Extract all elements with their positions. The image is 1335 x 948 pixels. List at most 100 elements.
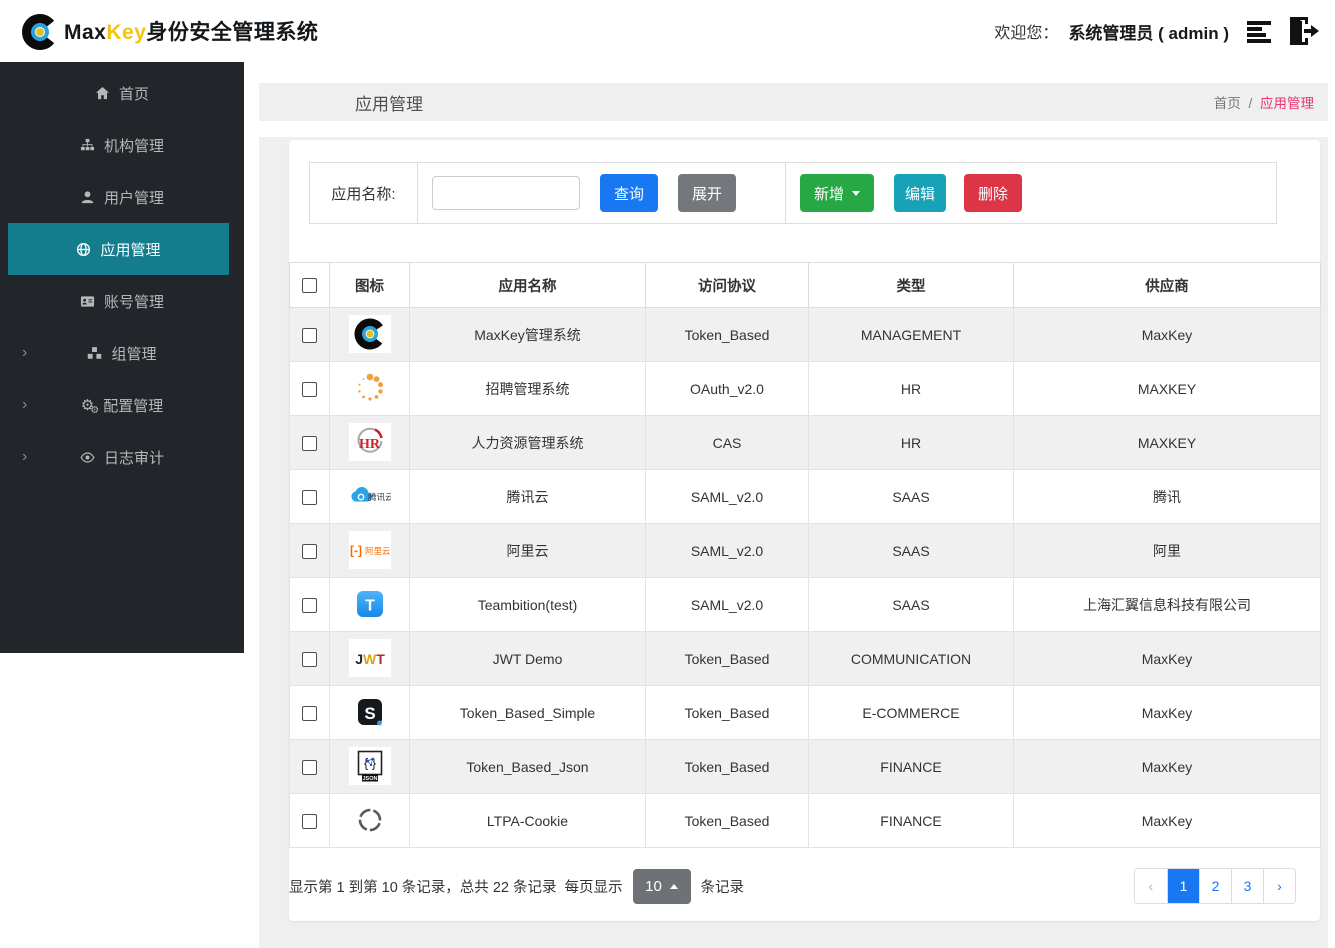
edit-button[interactable]: 编辑 xyxy=(894,174,946,212)
menu-list-icon[interactable] xyxy=(1245,17,1275,45)
sidebar-item-audit[interactable]: › 日志审计 xyxy=(0,431,244,483)
row-checkbox[interactable] xyxy=(302,759,317,775)
chevron-right-icon[interactable]: › xyxy=(22,396,27,414)
row-checkbox[interactable] xyxy=(302,543,317,559)
page-button-3[interactable]: 3 xyxy=(1231,869,1263,903)
table-row[interactable]: 招聘管理系统 OAuth_v2.0 HR MAXKEY xyxy=(289,361,1321,416)
per-page-prefix: 每页显示 xyxy=(564,879,623,896)
main-area: 应用管理 首页 / 应用管理 应用名称: 查询 展开 新增 编辑 删除 图标 应… xyxy=(259,62,1335,948)
chevron-right-icon[interactable]: › xyxy=(22,344,27,362)
sidebar-item-groups[interactable]: › 组管理 xyxy=(0,327,244,379)
page-button-1[interactable]: 1 xyxy=(1167,869,1199,903)
current-user: 系统管理员 ( admin ) xyxy=(1068,23,1229,43)
welcome-label: 欢迎您： xyxy=(994,25,1059,42)
sidebar-item-label: 应用管理 xyxy=(100,241,161,259)
search-label: 应用名称: xyxy=(310,163,418,223)
brand-title: MaxKey身份安全管理系统 xyxy=(64,21,319,44)
sidebar-item-label: 日志审计 xyxy=(103,449,164,467)
col-header-vendor: 供应商 xyxy=(1013,262,1321,308)
table-row[interactable]: S Token_Based_Simple Token_Based E-COMME… xyxy=(289,685,1321,740)
vendor-cell: MAXKEY xyxy=(1013,361,1321,416)
vendor-cell: MaxKey xyxy=(1013,307,1321,362)
spinner-dots-icon xyxy=(348,368,391,407)
row-checkbox[interactable] xyxy=(302,435,317,451)
app-name-cell: 腾讯云 xyxy=(409,469,646,524)
sidebar-item-apps[interactable]: 应用管理 xyxy=(8,223,229,275)
caret-down-icon xyxy=(852,190,860,200)
app-name-cell: Teambition(test) xyxy=(409,577,646,632)
records-info: 显示第 1 到第 10 条记录，总共 22 条记录 xyxy=(289,879,557,896)
sidebar-item-accounts[interactable]: 账号管理 xyxy=(0,275,244,327)
svg-text:{ }: { } xyxy=(363,755,376,770)
row-checkbox[interactable] xyxy=(302,705,317,721)
top-bar: MaxKey身份安全管理系统 欢迎您： 系统管理员 ( admin ) xyxy=(0,0,1335,62)
type-cell: SAAS xyxy=(808,577,1014,632)
table-row[interactable]: { } JSON Token_Based_Json Token_Based FI… xyxy=(289,739,1321,794)
sidebar-item-label: 机构管理 xyxy=(103,137,164,155)
cogs-icon: ⚙ ⚙ xyxy=(80,396,100,416)
type-cell: SAAS xyxy=(808,469,1014,524)
protocol-cell: Token_Based xyxy=(645,793,809,848)
col-header-name: 应用名称 xyxy=(409,262,646,308)
next-page-button[interactable]: › xyxy=(1263,869,1295,903)
table-row[interactable]: T Teambition(test) SAML_v2.0 SAAS 上海汇翼信息… xyxy=(289,577,1321,632)
table-row[interactable]: [-] 阿里云 阿里云 SAML_v2.0 SAAS 阿里 xyxy=(289,523,1321,578)
vendor-cell: 阿里 xyxy=(1013,523,1321,578)
table-row[interactable]: HR 人力资源管理系统 CAS HR MAXKEY xyxy=(289,415,1321,470)
svg-text:T: T xyxy=(365,597,375,614)
type-cell: SAAS xyxy=(808,523,1014,578)
row-checkbox[interactable] xyxy=(302,651,317,667)
row-checkbox[interactable] xyxy=(302,489,317,505)
globe-icon xyxy=(76,242,91,257)
app-name-input[interactable] xyxy=(432,176,580,210)
vendor-cell: MaxKey xyxy=(1013,793,1321,848)
row-checkbox[interactable] xyxy=(302,327,317,343)
sidebar-item-label: 首页 xyxy=(118,85,149,103)
search-toolbar: 应用名称: 查询 展开 新增 编辑 删除 xyxy=(309,162,1277,224)
page-size-dropdown[interactable]: 10 xyxy=(632,868,691,904)
prev-page-button[interactable]: ‹ xyxy=(1135,869,1167,903)
page-header: 应用管理 首页 / 应用管理 xyxy=(259,83,1328,121)
table-row[interactable]: LTPA-Cookie Token_Based FINANCE MaxKey xyxy=(289,793,1321,848)
sidebar-item-config[interactable]: › ⚙ ⚙ 配置管理 xyxy=(0,379,244,431)
type-cell: COMMUNICATION xyxy=(808,631,1014,686)
col-header-icon: 图标 xyxy=(329,262,410,308)
sidebar-item-org[interactable]: 机构管理 xyxy=(0,119,244,171)
pagination-bar: 显示第 1 到第 10 条记录，总共 22 条记录 每页显示 10 条记录 ‹ … xyxy=(289,866,1320,906)
vendor-cell: 腾讯 xyxy=(1013,469,1321,524)
row-checkbox[interactable] xyxy=(302,813,317,829)
chevron-right-icon[interactable]: › xyxy=(22,448,27,466)
table-row[interactable]: 腾讯云 腾讯云 SAML_v2.0 SAAS 腾讯 xyxy=(289,469,1321,524)
caret-up-icon xyxy=(669,880,678,889)
query-button[interactable]: 查询 xyxy=(600,174,658,212)
breadcrumb-home-link[interactable]: 首页 xyxy=(1214,96,1241,111)
table-row[interactable]: MaxKey管理系统 Token_Based MANAGEMENT MaxKey xyxy=(289,307,1321,362)
select-all-checkbox[interactable] xyxy=(302,277,317,293)
vendor-cell: MaxKey xyxy=(1013,631,1321,686)
jwt-icon: JWT xyxy=(348,638,391,677)
sidebar-item-label: 组管理 xyxy=(111,345,157,363)
table-row[interactable]: JWT JWT Demo Token_Based COMMUNICATION M… xyxy=(289,631,1321,686)
protocol-cell: SAML_v2.0 xyxy=(645,469,809,524)
svg-text:JSON: JSON xyxy=(362,776,377,782)
logout-door-icon[interactable] xyxy=(1285,15,1319,47)
protocol-cell: Token_Based xyxy=(645,739,809,794)
delete-button[interactable]: 删除 xyxy=(964,174,1022,212)
app-name-cell: 阿里云 xyxy=(409,523,646,578)
col-header-protocol: 访问协议 xyxy=(645,262,809,308)
aliyun-icon: [-] 阿里云 xyxy=(348,530,391,569)
svg-text:阿里云: 阿里云 xyxy=(365,546,391,556)
row-checkbox[interactable] xyxy=(302,381,317,397)
row-checkbox[interactable] xyxy=(302,597,317,613)
page-button-2[interactable]: 2 xyxy=(1199,869,1231,903)
json-icon: { } JSON xyxy=(348,746,391,785)
app-name-cell: Token_Based_Json xyxy=(409,739,646,794)
expand-button[interactable]: 展开 xyxy=(678,174,736,212)
protocol-cell: SAML_v2.0 xyxy=(645,523,809,578)
app-name-cell: 人力资源管理系统 xyxy=(409,415,646,470)
sidebar-item-home[interactable]: 首页 xyxy=(0,67,244,119)
sidebar-item-users[interactable]: 用户管理 xyxy=(0,171,244,223)
type-cell: MANAGEMENT xyxy=(808,307,1014,362)
add-button[interactable]: 新增 xyxy=(800,174,874,212)
tencent-cloud-icon: 腾讯云 xyxy=(348,476,391,515)
